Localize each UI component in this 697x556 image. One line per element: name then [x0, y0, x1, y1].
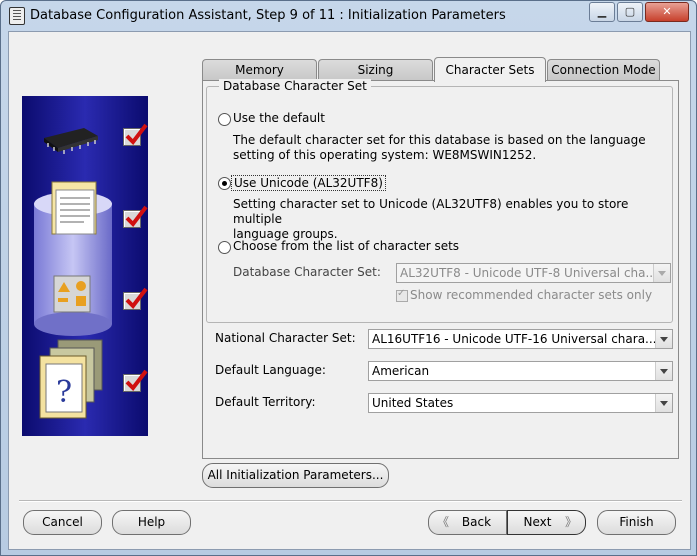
default-territory-value: United States: [372, 396, 454, 410]
charset-step-check: [123, 287, 148, 310]
chevron-down-icon: [655, 394, 672, 412]
database-cylinder-icon: [34, 181, 112, 336]
default-desc-line1: The default character set for this datab…: [233, 133, 646, 147]
radio-use-unicode-label[interactable]: Use Unicode (AL32UTF8): [231, 175, 386, 191]
unicode-description: Setting character set to Unicode (AL32UT…: [233, 197, 663, 242]
maximize-button[interactable]: ▢: [617, 2, 643, 22]
chevron-down-icon: [655, 362, 672, 380]
chevron-down-icon: [655, 330, 672, 348]
back-button[interactable]: 《 Back: [428, 510, 507, 535]
default-territory-label: Default Territory:: [215, 395, 316, 409]
default-territory-select[interactable]: United States: [368, 393, 673, 413]
radio-use-unicode[interactable]: [218, 177, 231, 190]
checkmark-icon: [125, 205, 148, 228]
database-character-set-label: Database Character Set:: [233, 265, 381, 279]
client-area: ? Memory Sizing Character Sets Connectio…: [8, 31, 691, 550]
national-character-set-label: National Character Set:: [215, 331, 356, 345]
back-chevron-icon: 《: [437, 515, 450, 529]
back-button-label: Back: [461, 515, 492, 529]
next-chevron-icon: 》: [564, 515, 577, 529]
default-language-label: Default Language:: [215, 363, 326, 377]
database-character-set-select[interactable]: AL32UTF8 - Unicode UTF-8 Universal cha..…: [396, 263, 671, 283]
tab-sizing[interactable]: Sizing: [318, 59, 433, 80]
default-language-select[interactable]: American: [368, 361, 673, 381]
footer-separator: [19, 500, 682, 502]
national-character-set-select[interactable]: AL16UTF16 - Unicode UTF-16 Universal cha…: [368, 329, 673, 349]
default-description: The default character set for this datab…: [233, 133, 663, 163]
next-button-label: Next: [523, 515, 552, 529]
checkmark-icon: [125, 287, 148, 310]
group-title: Database Character Set: [219, 79, 371, 93]
title-bar[interactable]: Database Configuration Assistant, Step 9…: [1, 1, 696, 29]
help-button[interactable]: Help: [112, 510, 191, 535]
memory-step-check: [123, 123, 148, 146]
all-initialization-parameters-button[interactable]: All Initialization Parameters...: [202, 463, 389, 488]
dbca-window: Database Configuration Assistant, Step 9…: [0, 0, 697, 556]
help-folder-icon: ?: [39, 339, 103, 419]
default-language-value: American: [372, 364, 430, 378]
app-icon: [9, 7, 25, 25]
radio-use-default[interactable]: [218, 113, 231, 126]
chevron-down-icon: [653, 264, 670, 282]
character-sets-panel: Database Character Set Use the default T…: [202, 79, 679, 459]
show-recommended-checkbox[interactable]: [396, 288, 408, 302]
finish-button[interactable]: Finish: [597, 510, 676, 535]
database-character-set-value: AL32UTF8 - Unicode UTF-8 Universal cha..…: [400, 266, 657, 280]
tab-character-sets[interactable]: Character Sets: [434, 57, 546, 82]
window-title: Database Configuration Assistant, Step 9…: [30, 8, 506, 23]
svg-text:?: ?: [56, 375, 72, 410]
checkmark-icon: [125, 369, 148, 392]
radio-choose-from-list[interactable]: [218, 241, 231, 254]
radio-use-default-label[interactable]: Use the default: [233, 111, 325, 125]
memory-chip-icon: [44, 128, 98, 154]
tab-memory[interactable]: Memory: [202, 59, 317, 80]
unicode-desc-line1: Setting character set to Unicode (AL32UT…: [233, 197, 629, 226]
national-character-set-value: AL16UTF16 - Unicode UTF-16 Universal cha…: [372, 332, 657, 346]
minimize-button[interactable]: ▁: [589, 2, 615, 22]
close-button[interactable]: ✕: [645, 2, 689, 22]
default-desc-line2: setting of this operating system: WE8MSW…: [233, 148, 537, 162]
checkmark-icon: [125, 123, 148, 146]
connection-step-check: [123, 369, 148, 392]
cancel-button[interactable]: Cancel: [23, 510, 102, 535]
radio-choose-from-list-label[interactable]: Choose from the list of character sets: [233, 239, 459, 253]
step-illustration-panel: ?: [22, 96, 148, 436]
tab-connection-mode[interactable]: Connection Mode: [547, 59, 660, 80]
next-button[interactable]: Next 》: [507, 510, 586, 535]
show-recommended-label: Show recommended character sets only: [410, 288, 653, 302]
sizing-step-check: [123, 205, 148, 228]
database-character-set-group: Database Character Set Use the default T…: [206, 79, 673, 323]
